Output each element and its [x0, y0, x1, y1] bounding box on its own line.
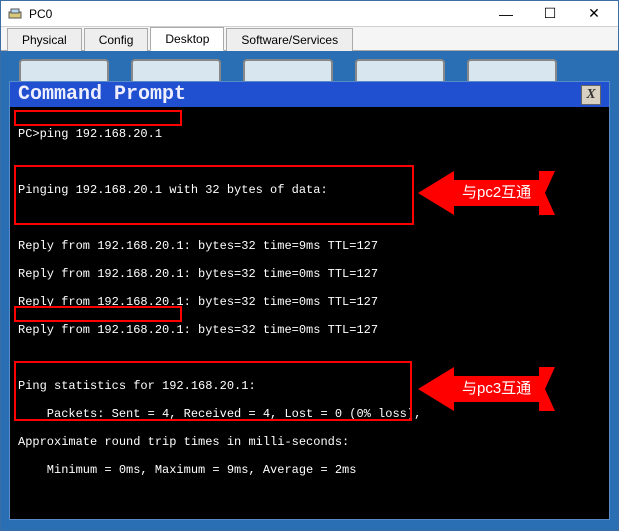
terminal-line: Reply from 192.168.20.1: bytes=32 time=0…: [18, 267, 378, 281]
maximize-button[interactable]: ☐: [528, 2, 572, 26]
highlight-box-cmd1: [14, 110, 182, 126]
terminal-line: PC>ping 192.168.20.1: [18, 127, 162, 141]
command-prompt-title: Command Prompt: [18, 83, 581, 106]
window-title: PC0: [27, 7, 484, 21]
tab-software[interactable]: Software/Services: [226, 28, 353, 51]
app-icon: [7, 6, 23, 22]
close-button[interactable]: ✕: [572, 2, 616, 26]
terminal-line: Ping statistics for 192.168.20.1:: [18, 379, 256, 393]
callout-label: 与pc2互通: [454, 180, 539, 206]
callout-label: 与pc3互通: [454, 376, 539, 402]
desktop-icon-strip: [9, 59, 610, 81]
command-prompt-window: Command Prompt X PC>ping 192.168.20.1 Pi…: [9, 81, 610, 520]
command-prompt-titlebar[interactable]: Command Prompt X: [10, 82, 609, 107]
app-window: PC0 — ☐ ✕ Physical Config Desktop Softwa…: [0, 0, 619, 531]
callout-pc3: 与pc3互通: [418, 367, 555, 411]
desktop-app-icon[interactable]: [131, 59, 221, 81]
terminal-line: Minimum = 0ms, Maximum = 9ms, Average = …: [18, 463, 356, 477]
command-prompt-close-button[interactable]: X: [581, 85, 601, 105]
terminal-line: Approximate round trip times in milli-se…: [18, 435, 349, 449]
desktop-app-icon[interactable]: [355, 59, 445, 81]
terminal-line: Reply from 192.168.20.1: bytes=32 time=9…: [18, 239, 378, 253]
desktop-app-icon[interactable]: [19, 59, 109, 81]
terminal-output[interactable]: PC>ping 192.168.20.1 Pinging 192.168.20.…: [10, 107, 609, 518]
minimize-button[interactable]: —: [484, 2, 528, 26]
arrow-tail-icon: [539, 367, 555, 411]
window-titlebar[interactable]: PC0 — ☐ ✕: [1, 1, 618, 27]
arrow-left-icon: [418, 171, 454, 215]
terminal-line: Reply from 192.168.20.1: bytes=32 time=0…: [18, 323, 378, 337]
tab-desktop[interactable]: Desktop: [150, 27, 224, 51]
desktop-app-icon[interactable]: [243, 59, 333, 81]
terminal-line: Reply from 192.168.20.1: bytes=32 time=0…: [18, 295, 378, 309]
arrow-tail-icon: [539, 171, 555, 215]
tab-physical[interactable]: Physical: [7, 28, 82, 51]
callout-pc2: 与pc2互通: [418, 171, 555, 215]
desktop-content: Command Prompt X PC>ping 192.168.20.1 Pi…: [1, 51, 618, 530]
desktop-app-icon[interactable]: [467, 59, 557, 81]
window-buttons: — ☐ ✕: [484, 2, 616, 26]
arrow-left-icon: [418, 367, 454, 411]
terminal-line: Packets: Sent = 4, Received = 4, Lost = …: [18, 407, 421, 421]
tab-bar: Physical Config Desktop Software/Service…: [1, 27, 618, 51]
terminal-line: Pinging 192.168.20.1 with 32 bytes of da…: [18, 183, 328, 197]
tab-config[interactable]: Config: [84, 28, 149, 51]
